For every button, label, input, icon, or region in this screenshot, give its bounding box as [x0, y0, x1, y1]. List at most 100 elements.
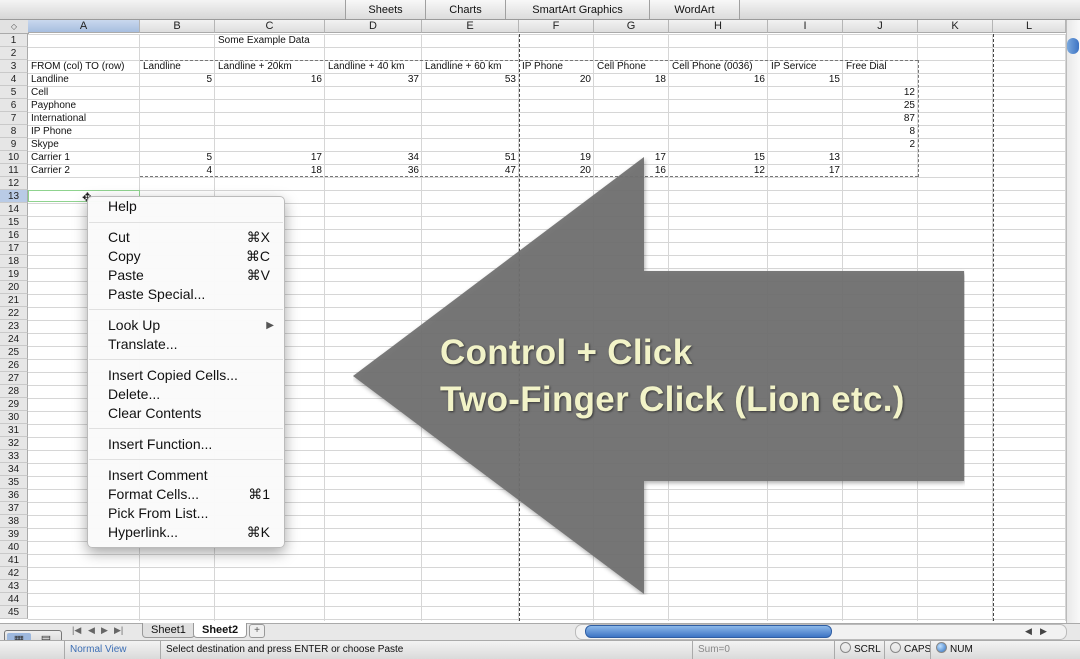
column-header[interactable]: A [28, 20, 140, 33]
row-header[interactable]: 21 [0, 294, 28, 307]
add-sheet-button[interactable]: + [249, 624, 265, 638]
menu-item-format-cells[interactable]: Format Cells... ⌘1 [88, 485, 284, 504]
row-header[interactable]: 1 [0, 34, 28, 47]
cell-header[interactable]: Cell Phone [597, 60, 646, 73]
cell-header[interactable]: IP Phone [522, 60, 563, 73]
scroll-right-icon[interactable]: ▶ [1040, 626, 1047, 637]
row-header[interactable]: 29 [0, 398, 28, 411]
menu-item-delete[interactable]: Delete... [88, 385, 284, 404]
row-header[interactable]: 10 [0, 151, 28, 164]
cell-value[interactable]: 15 [768, 73, 843, 86]
row-header[interactable]: 17 [0, 242, 28, 255]
column-header[interactable]: E [422, 20, 519, 33]
menu-item-help[interactable]: Help [88, 197, 284, 216]
row-header[interactable]: 45 [0, 606, 28, 619]
cell-value[interactable]: 87 [843, 112, 918, 125]
menu-item-clear-contents[interactable]: Clear Contents [88, 404, 284, 423]
row-header[interactable]: 44 [0, 593, 28, 606]
prev-sheet-icon[interactable]: ◀ [88, 625, 95, 636]
cell-header[interactable]: IP Service [771, 60, 816, 73]
menu-item-translate[interactable]: Translate... [88, 335, 284, 354]
column-header[interactable]: B [140, 20, 215, 33]
row-header[interactable]: 8 [0, 125, 28, 138]
menu-item-look-up[interactable]: Look Up ▶ [88, 316, 284, 335]
column-header[interactable]: J [843, 20, 918, 33]
cell-header[interactable]: Free Dial [846, 60, 887, 73]
row-header[interactable]: 16 [0, 229, 28, 242]
select-all-corner[interactable]: ◇ [0, 20, 29, 34]
menu-item-paste-special[interactable]: Paste Special... [88, 285, 284, 304]
vertical-scroll-thumb[interactable] [1067, 38, 1079, 54]
cell-value[interactable]: 5 [140, 151, 215, 164]
cell-value[interactable]: 17 [215, 151, 325, 164]
row-header[interactable]: 41 [0, 554, 28, 567]
row-label[interactable]: Skype [31, 138, 59, 151]
row-header[interactable]: 5 [0, 86, 28, 99]
row-header[interactable]: 30 [0, 411, 28, 424]
row-label[interactable]: Landline [31, 73, 69, 86]
cell-value[interactable]: 18 [594, 73, 669, 86]
cell-value[interactable]: 37 [325, 73, 422, 86]
menu-item-cut[interactable]: Cut ⌘X [88, 228, 284, 247]
menu-item-hyperlink[interactable]: Hyperlink... ⌘K [88, 523, 284, 542]
cell-value[interactable]: 18 [215, 164, 325, 177]
row-label[interactable]: Cell [31, 86, 48, 99]
row-header[interactable]: 4 [0, 73, 28, 86]
menu-item-copy[interactable]: Copy ⌘C [88, 247, 284, 266]
last-sheet-icon[interactable]: ▶| [114, 625, 123, 636]
column-header[interactable]: H [669, 20, 768, 33]
row-header[interactable]: 2 [0, 47, 28, 60]
row-header[interactable]: 34 [0, 463, 28, 476]
row-header[interactable]: 7 [0, 112, 28, 125]
column-header[interactable]: I [768, 20, 843, 33]
horizontal-scroll-thumb[interactable] [585, 625, 832, 638]
row-header[interactable]: 26 [0, 359, 28, 372]
row-label[interactable]: Carrier 2 [31, 164, 70, 177]
column-header[interactable]: D [325, 20, 422, 33]
scroll-left-icon[interactable]: ◀ [1025, 626, 1032, 637]
column-header[interactable]: F [519, 20, 594, 33]
row-header[interactable]: 40 [0, 541, 28, 554]
cell-header[interactable]: Landline [143, 60, 181, 73]
cell-value[interactable]: 5 [140, 73, 215, 86]
row-header[interactable]: 13 [0, 190, 28, 203]
cell-value[interactable]: 2 [843, 138, 918, 151]
sheet-tab-sheet1[interactable]: Sheet1 [142, 623, 195, 638]
cell-title[interactable]: Some Example Data [218, 34, 310, 47]
row-header[interactable]: 27 [0, 372, 28, 385]
row-header[interactable]: 28 [0, 385, 28, 398]
row-label[interactable]: Carrier 1 [31, 151, 70, 164]
cell-value[interactable]: 20 [519, 73, 594, 86]
row-header[interactable]: 37 [0, 502, 28, 515]
ribbon-tab-smartart[interactable]: SmartArt Graphics [505, 0, 650, 19]
column-header[interactable]: K [918, 20, 993, 33]
cell-header[interactable]: Cell Phone (0036) [672, 60, 753, 73]
row-header[interactable]: 14 [0, 203, 28, 216]
cell-value[interactable]: 16 [669, 73, 768, 86]
row-header[interactable]: 33 [0, 450, 28, 463]
column-header[interactable]: G [594, 20, 669, 33]
row-label[interactable]: IP Phone [31, 125, 72, 138]
row-header[interactable]: 43 [0, 580, 28, 593]
row-header[interactable]: 20 [0, 281, 28, 294]
ribbon-tab-sheets[interactable]: Sheets [345, 0, 426, 19]
ribbon-tab-wordart[interactable]: WordArt [649, 0, 740, 19]
cell-value[interactable]: 16 [215, 73, 325, 86]
first-sheet-icon[interactable]: |◀ [72, 625, 81, 636]
row-header[interactable]: 23 [0, 320, 28, 333]
menu-item-paste[interactable]: Paste ⌘V [88, 266, 284, 285]
cell-header[interactable]: Landline + 40 km [328, 60, 404, 73]
row-header[interactable]: 3 [0, 60, 28, 73]
cell-value[interactable]: 4 [140, 164, 215, 177]
row-header[interactable]: 15 [0, 216, 28, 229]
row-header[interactable]: 42 [0, 567, 28, 580]
cell-value[interactable]: 12 [843, 86, 918, 99]
row-header[interactable]: 38 [0, 515, 28, 528]
row-header[interactable]: 6 [0, 99, 28, 112]
row-header[interactable]: 25 [0, 346, 28, 359]
cell-value[interactable]: 53 [422, 73, 519, 86]
row-header[interactable]: 31 [0, 424, 28, 437]
menu-item-insert-function[interactable]: Insert Function... [88, 435, 284, 454]
column-header[interactable]: L [993, 20, 1066, 33]
row-header[interactable]: 32 [0, 437, 28, 450]
